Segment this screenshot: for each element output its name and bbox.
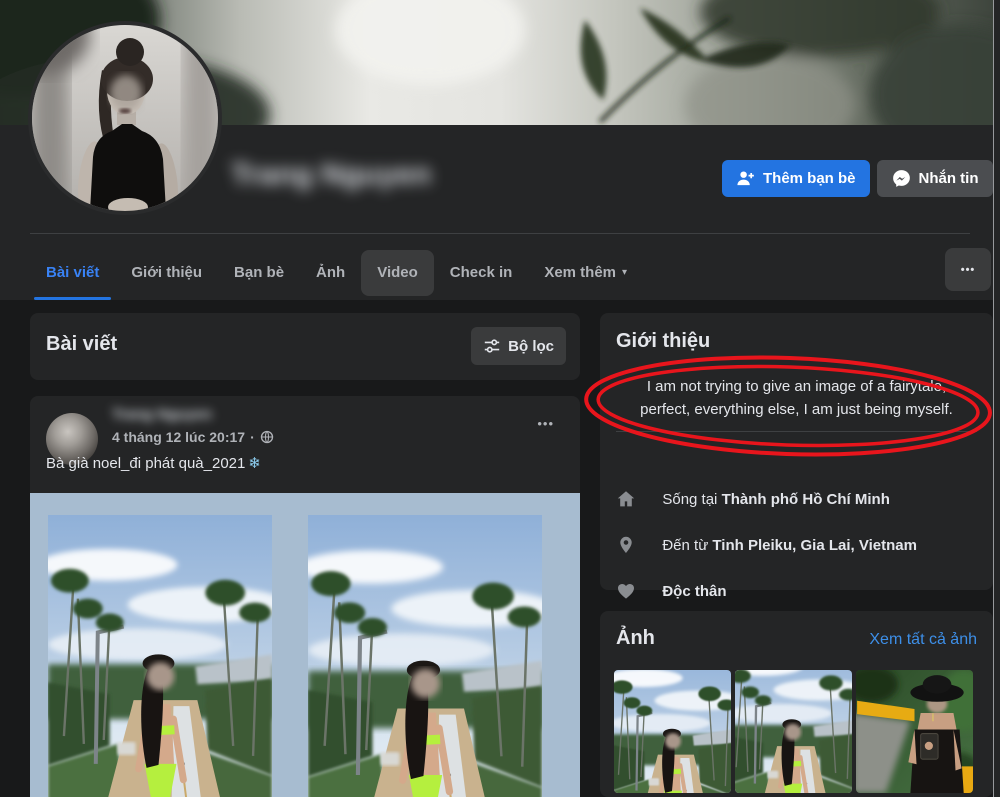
message-label: Nhắn tin (919, 170, 979, 187)
relationship-value: Độc thân (662, 583, 726, 600)
add-friend-label: Thêm bạn bè (763, 170, 856, 187)
tab-label: Check in (450, 264, 513, 281)
messenger-icon (892, 169, 911, 188)
post-menu-button[interactable]: ••• (531, 410, 560, 437)
post: Trang Nguyen 4 tháng 12 lúc 20:17 · ••• … (30, 396, 580, 797)
photo-thumbnail-1[interactable] (614, 670, 731, 793)
filters-icon (483, 337, 501, 355)
facebook-profile-page: Trang Nguyen Thêm bạn bè Nhắn tin Bài vi… (0, 0, 1000, 797)
photos-card: Ảnh Xem tất cả ảnh (600, 611, 993, 797)
active-tab-underline (34, 297, 111, 300)
filter-label: Bộ lọc (508, 338, 554, 355)
tab-label: Giới thiệu (131, 264, 202, 281)
posts-card-title: Bài viết (46, 333, 117, 356)
photo-thumbnail-2[interactable] (735, 670, 852, 793)
post-date: 4 tháng 12 lúc 20:17 (112, 429, 245, 445)
intro-row-text: Độc thân (662, 583, 726, 600)
profile-picture[interactable] (32, 25, 218, 211)
post-timestamp[interactable]: 4 tháng 12 lúc 20:17 · (112, 429, 274, 445)
post-text-content: Bà già noel_đi phát quà_2021 (46, 455, 245, 472)
tab-label: Xem thêm (544, 264, 616, 281)
post-photo-1[interactable] (48, 515, 272, 797)
chevron-down-icon: ▾ (622, 267, 627, 278)
posts-header-card: Bài viết Bộ lọc (30, 313, 580, 380)
profile-portrait-art (32, 25, 218, 211)
scrollbar[interactable] (993, 0, 1000, 797)
add-friend-button[interactable]: Thêm bạn bè (722, 160, 870, 197)
snowflake-emoji: ❄ (248, 455, 261, 472)
divider (30, 233, 970, 234)
intro-card: Giới thiệu I am not trying to give an im… (600, 313, 993, 590)
divider (616, 431, 977, 432)
tab-label: Bạn bè (234, 264, 284, 281)
filter-button[interactable]: Bộ lọc (471, 327, 566, 365)
tab-ban-be[interactable]: Bạn bè (218, 245, 300, 300)
person-add-icon (736, 169, 755, 188)
tab-label: Video (377, 264, 418, 281)
globe-icon (260, 430, 274, 444)
intro-title: Giới thiệu (616, 330, 710, 353)
tab-xem-them[interactable]: Xem thêm ▾ (528, 245, 643, 300)
see-all-photos-link[interactable]: Xem tất cả ảnh (869, 631, 977, 649)
message-button[interactable]: Nhắn tin (877, 160, 993, 197)
tab-label: Bài viết (46, 264, 99, 281)
tab-label: Ảnh (316, 264, 345, 281)
tab-anh[interactable]: Ảnh (300, 245, 361, 300)
tab-check-in[interactable]: Check in (434, 245, 529, 300)
profile-tabs: Bài viết Giới thiệu Bạn bè Ảnh Video Che… (30, 245, 643, 300)
post-text: Bà già noel_đi phát quà_2021❄ (46, 454, 261, 472)
tab-gioi-thieu[interactable]: Giới thiệu (115, 245, 218, 300)
tab-video[interactable]: Video (361, 250, 434, 296)
meta-separator: · (250, 429, 255, 445)
photo-thumbnail-3[interactable] (856, 670, 973, 793)
profile-bio: I am not trying to give an image of a fa… (628, 375, 965, 421)
post-author-name[interactable]: Trang Nguyen (112, 406, 212, 423)
post-photo-2[interactable] (308, 515, 542, 797)
post-image-area (30, 493, 580, 797)
tab-bai-viet[interactable]: Bài viết (30, 245, 115, 300)
profile-name: Trang Nguyen (231, 158, 431, 192)
tabs-more-button[interactable]: ••• (945, 248, 991, 291)
photos-title: Ảnh (616, 627, 655, 650)
